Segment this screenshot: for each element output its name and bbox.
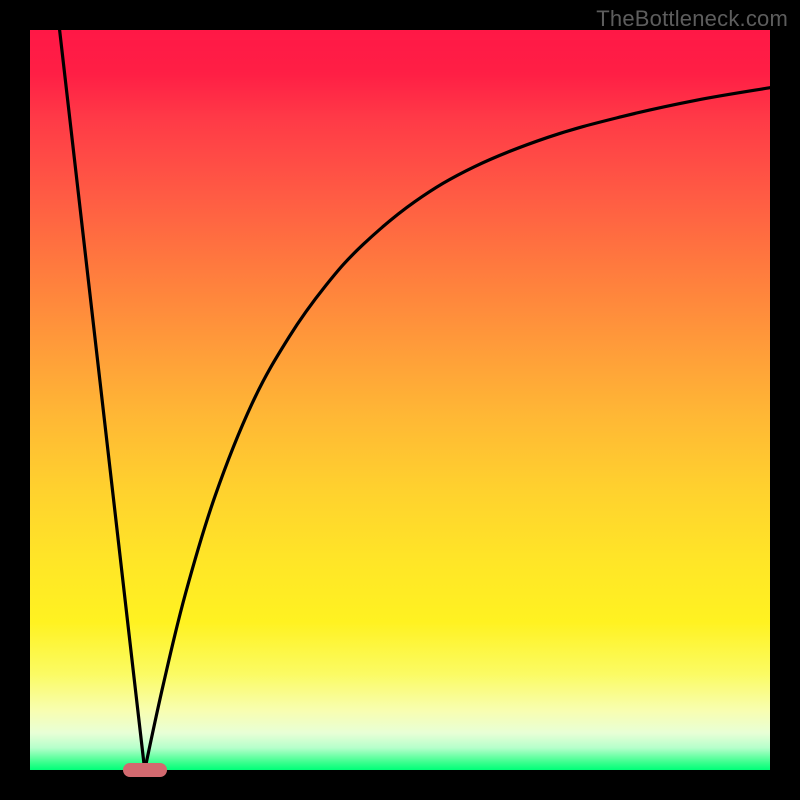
watermark-text: TheBottleneck.com — [596, 6, 788, 32]
left-branch-path — [60, 30, 145, 770]
plot-area — [30, 30, 770, 770]
curve-svg — [30, 30, 770, 770]
minimum-marker — [123, 763, 167, 777]
right-branch-path — [145, 88, 770, 770]
chart-frame: TheBottleneck.com — [0, 0, 800, 800]
